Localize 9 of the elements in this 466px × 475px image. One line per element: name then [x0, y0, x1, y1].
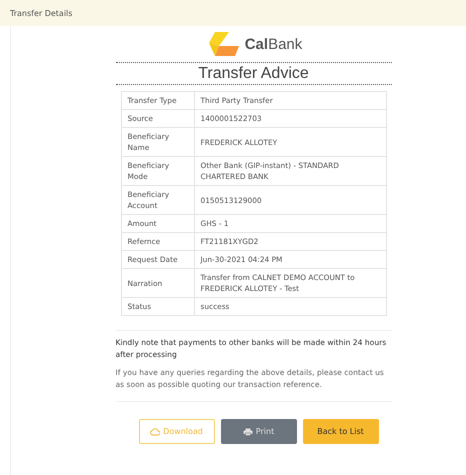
advice-title: Transfer Advice: [116, 62, 392, 85]
printer-icon: [242, 428, 253, 436]
print-button[interactable]: Print: [220, 419, 296, 444]
logo-icon: [208, 32, 239, 56]
back-button[interactable]: Back to List: [302, 419, 378, 444]
bank-name: CalBank: [244, 36, 302, 52]
download-button[interactable]: Download: [138, 419, 214, 444]
page-title: Transfer Details: [10, 8, 72, 18]
cloud-icon: [150, 428, 160, 436]
